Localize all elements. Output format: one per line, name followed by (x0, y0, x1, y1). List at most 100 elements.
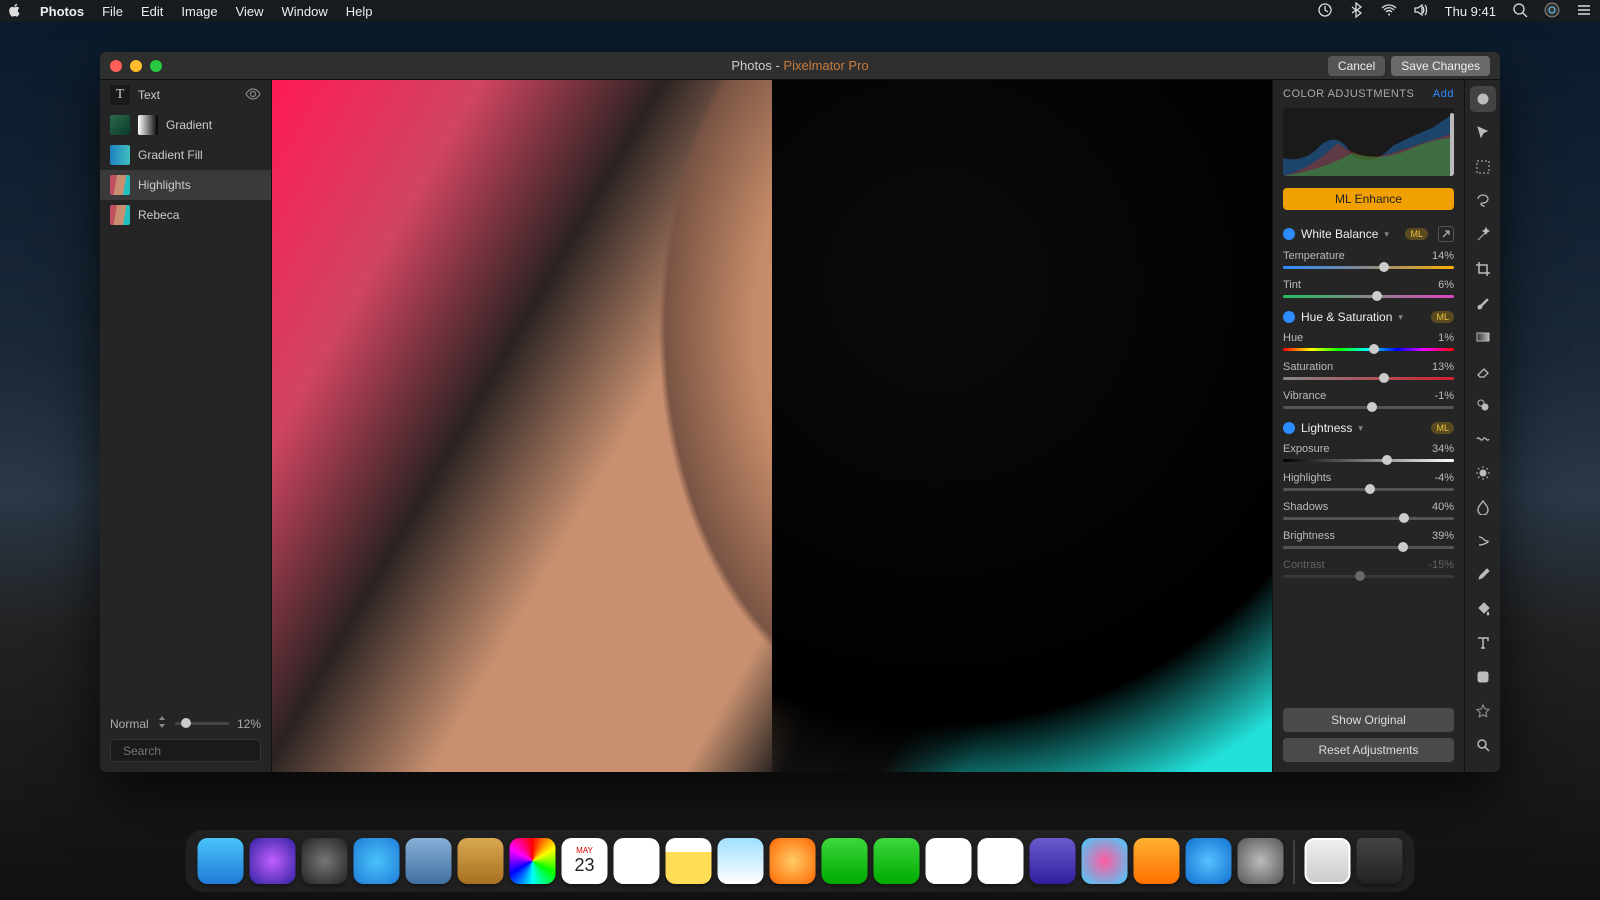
tool-blur[interactable] (1470, 494, 1496, 520)
save-changes-button[interactable]: Save Changes (1391, 56, 1490, 76)
tool-warp[interactable] (1470, 426, 1496, 452)
spotlight-icon[interactable] (1512, 2, 1528, 21)
menu-view[interactable]: View (236, 4, 264, 19)
blend-mode-stepper[interactable] (157, 716, 167, 731)
zoom-window[interactable] (150, 60, 162, 72)
ml-badge[interactable]: ML (1405, 228, 1428, 240)
menu-file[interactable]: File (102, 4, 123, 19)
dock-running-app[interactable] (1305, 838, 1351, 884)
tool-styles[interactable] (1470, 86, 1496, 112)
dock-mail[interactable] (406, 838, 452, 884)
dock-reminders[interactable] (666, 838, 712, 884)
tool-clone[interactable] (1470, 392, 1496, 418)
dock-facetime[interactable] (874, 838, 920, 884)
cancel-button[interactable]: Cancel (1328, 56, 1385, 76)
chevron-down-icon[interactable]: ▾ (1398, 312, 1403, 323)
layer-highlights[interactable]: Highlights (100, 170, 271, 200)
tool-crop[interactable] (1470, 256, 1496, 282)
tool-arrow[interactable] (1470, 120, 1496, 146)
image-canvas[interactable] (272, 80, 1272, 772)
dock-contacts[interactable] (458, 838, 504, 884)
dock-safari[interactable] (354, 838, 400, 884)
slider-track[interactable] (1283, 546, 1454, 549)
notification-center-icon[interactable] (1576, 2, 1592, 21)
opacity-slider[interactable] (175, 722, 229, 725)
dock-notes[interactable] (614, 838, 660, 884)
dock-maps[interactable] (718, 838, 764, 884)
tool-lasso[interactable] (1470, 188, 1496, 214)
tool-shape[interactable] (1470, 664, 1496, 690)
tool-bucket[interactable] (1470, 596, 1496, 622)
dock-trash[interactable] (1357, 838, 1403, 884)
dock-pages[interactable] (926, 838, 972, 884)
slider-track[interactable] (1283, 459, 1454, 462)
slider-track[interactable] (1283, 517, 1454, 520)
menu-window[interactable]: Window (282, 4, 328, 19)
ml-enhance-button[interactable]: ML Enhance (1283, 188, 1454, 210)
section-name[interactable]: White Balance (1301, 227, 1378, 241)
add-adjustment[interactable]: Add (1433, 88, 1454, 100)
dock-music[interactable] (1082, 838, 1128, 884)
chevron-down-icon[interactable]: ▾ (1384, 229, 1389, 240)
section-name[interactable]: Hue & Saturation (1301, 310, 1392, 324)
volume-icon[interactable] (1413, 2, 1429, 21)
blend-mode[interactable]: Normal (110, 717, 149, 731)
tool-smudge[interactable] (1470, 528, 1496, 554)
timemachine-icon[interactable] (1317, 2, 1333, 21)
tool-type[interactable] (1470, 630, 1496, 656)
dock-launchpad[interactable] (302, 838, 348, 884)
apple-menu[interactable] (8, 3, 22, 20)
section-toggle[interactable] (1283, 228, 1295, 240)
ml-badge[interactable]: ML (1431, 422, 1454, 434)
dock-photobooth[interactable] (770, 838, 816, 884)
layer-gradient[interactable]: Gradient (100, 110, 271, 140)
close-window[interactable] (110, 60, 122, 72)
tool-light[interactable] (1470, 460, 1496, 486)
dock-photos[interactable] (510, 838, 556, 884)
tool-erase[interactable] (1470, 358, 1496, 384)
tool-marquee[interactable] (1470, 154, 1496, 180)
dock-numbers[interactable] (978, 838, 1024, 884)
siri-icon[interactable] (1544, 2, 1560, 21)
section-toggle[interactable] (1283, 422, 1295, 434)
tool-brush[interactable] (1470, 290, 1496, 316)
tool-gradient-tool[interactable] (1470, 324, 1496, 350)
expand-icon[interactable] (1438, 226, 1454, 242)
slider-track[interactable] (1283, 295, 1454, 298)
show-original-button[interactable]: Show Original (1283, 708, 1454, 732)
wifi-icon[interactable] (1381, 2, 1397, 21)
visibility-icon[interactable] (245, 86, 261, 105)
tool-zoom[interactable] (1470, 732, 1496, 758)
dock-appstore[interactable] (1186, 838, 1232, 884)
bluetooth-icon[interactable] (1349, 2, 1365, 21)
ml-badge[interactable]: ML (1431, 311, 1454, 323)
dock-books[interactable] (1134, 838, 1180, 884)
clock[interactable]: Thu 9:41 (1445, 4, 1496, 19)
layer-gradient-fill[interactable]: Gradient Fill (100, 140, 271, 170)
tool-eyedrop[interactable] (1470, 562, 1496, 588)
menu-edit[interactable]: Edit (141, 4, 163, 19)
minimize-window[interactable] (130, 60, 142, 72)
slider-track[interactable] (1283, 266, 1454, 269)
reset-adjustments-button[interactable]: Reset Adjustments (1283, 738, 1454, 762)
tool-star[interactable] (1470, 698, 1496, 724)
dock-preferences[interactable] (1238, 838, 1284, 884)
slider-track[interactable] (1283, 348, 1454, 351)
slider-track[interactable] (1283, 575, 1454, 578)
dock-finder[interactable] (198, 838, 244, 884)
menu-help[interactable]: Help (346, 4, 373, 19)
section-name[interactable]: Lightness (1301, 421, 1352, 435)
app-name[interactable]: Photos (40, 4, 84, 19)
dock-messages[interactable] (822, 838, 868, 884)
tool-wand[interactable] (1470, 222, 1496, 248)
menu-image[interactable]: Image (181, 4, 217, 19)
slider-track[interactable] (1283, 488, 1454, 491)
slider-track[interactable] (1283, 377, 1454, 380)
layer-text[interactable]: TText (100, 80, 271, 110)
section-toggle[interactable] (1283, 311, 1295, 323)
layer-search[interactable] (110, 739, 261, 762)
layer-rebeca[interactable]: Rebeca (100, 200, 271, 230)
layer-search-input[interactable] (123, 744, 278, 758)
dock-siri[interactable] (250, 838, 296, 884)
chevron-down-icon[interactable]: ▾ (1358, 423, 1363, 434)
